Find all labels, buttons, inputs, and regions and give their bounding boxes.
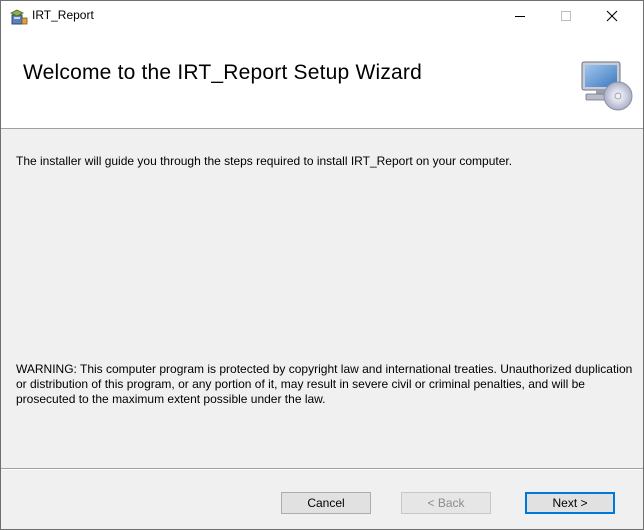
back-button[interactable]: < Back <box>401 492 491 514</box>
intro-text: The installer will guide you through the… <box>16 154 513 168</box>
close-icon <box>606 10 618 22</box>
minimize-icon <box>515 16 525 17</box>
wizard-header: Welcome to the IRT_Report Setup Wizard <box>1 31 643 129</box>
close-button[interactable] <box>589 1 635 31</box>
title-bar[interactable]: IRT_Report <box>1 1 643 31</box>
minimize-button[interactable] <box>497 1 543 31</box>
copyright-warning: WARNING: This computer program is protec… <box>16 362 633 406</box>
installer-icon <box>10 9 28 25</box>
maximize-button[interactable] <box>543 1 589 31</box>
next-button[interactable]: Next > <box>525 492 615 514</box>
setup-wizard-window: IRT_Report Welcome to the IRT_Report Set… <box>0 0 644 530</box>
window-title: IRT_Report <box>32 8 94 22</box>
page-title: Welcome to the IRT_Report Setup Wizard <box>23 61 422 84</box>
button-separator <box>1 468 643 470</box>
maximize-icon <box>561 11 571 21</box>
cancel-button[interactable]: Cancel <box>281 492 371 514</box>
computer-cd-icon <box>578 56 634 112</box>
